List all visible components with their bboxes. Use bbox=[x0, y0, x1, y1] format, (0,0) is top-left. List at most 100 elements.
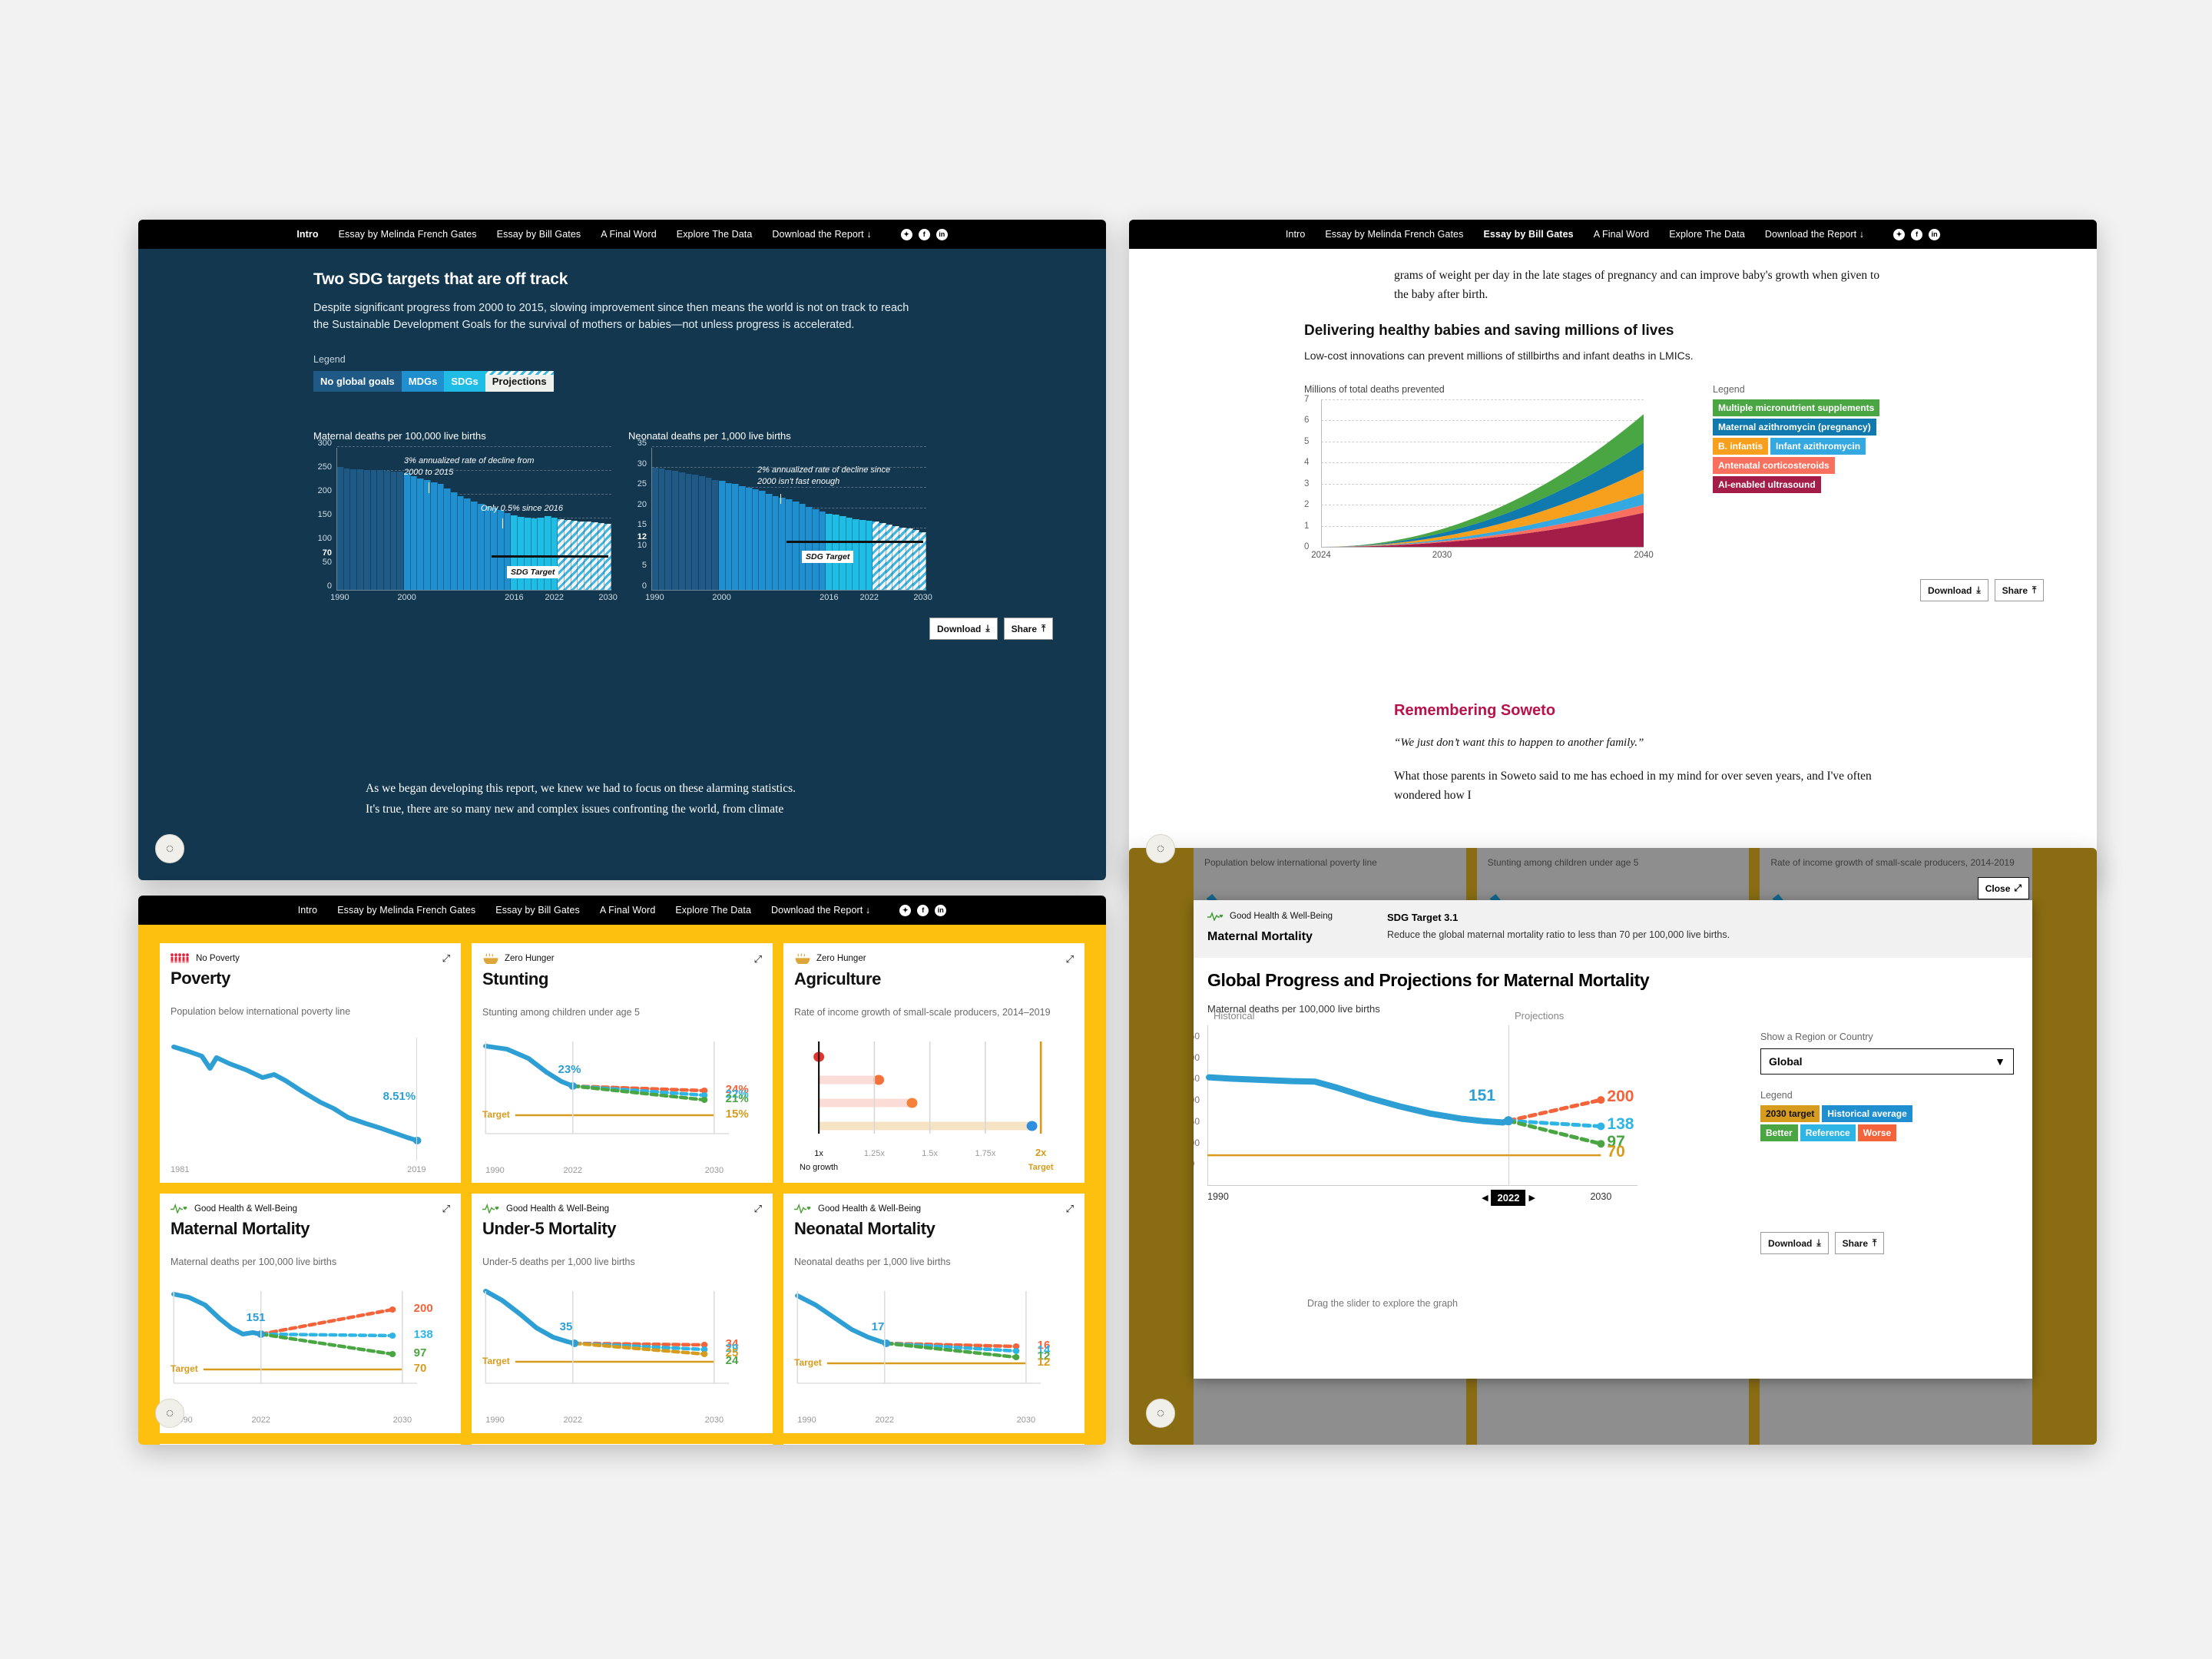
share-button[interactable]: Share ⤒ bbox=[1003, 618, 1054, 640]
twitter-icon[interactable]: ✦ bbox=[1893, 228, 1906, 240]
maternal-y-axis: 0 50 70 100 150 200 250 300 bbox=[313, 439, 333, 591]
legend-chip[interactable]: Antenatal corticosteroids bbox=[1713, 457, 1835, 474]
indicator-card[interactable]: Good Health & Well-Being ⤢ Under-5 Mortali… bbox=[472, 1194, 773, 1433]
area-chart-legend: Legend Multiple micronutrient supplement… bbox=[1713, 384, 1974, 493]
data-cards-grid: No Poverty ⤢ Poverty Population below inter… bbox=[160, 943, 1084, 1445]
legend-chip[interactable]: Historical average bbox=[1822, 1105, 1912, 1122]
indicator-card[interactable]: Good Health & Well-Being⤢Malaria bbox=[783, 1444, 1084, 1445]
facebook-icon[interactable]: f bbox=[1911, 228, 1923, 240]
chart-actions-2: Download ⤓ Share ⤒ bbox=[1920, 579, 2045, 601]
nav-explore-data[interactable]: Explore The Data bbox=[677, 229, 753, 240]
chart-bar bbox=[511, 515, 518, 590]
nav-intro[interactable]: Intro bbox=[296, 229, 318, 240]
value-label: 8.51% bbox=[382, 1090, 416, 1103]
nav2-essay-bill[interactable]: Essay by Bill Gates bbox=[1483, 229, 1573, 240]
twitter-icon[interactable]: ✦ bbox=[900, 228, 912, 240]
nav3-intro[interactable]: Intro bbox=[298, 905, 318, 916]
download-button[interactable]: Download ⤓ bbox=[1760, 1232, 1829, 1254]
bowl-icon bbox=[795, 953, 810, 964]
indicator-card[interactable]: Good Health & Well-Being ⤢ Neonatal Mortal… bbox=[783, 1194, 1084, 1433]
legend-chip[interactable]: Better bbox=[1760, 1124, 1798, 1141]
nav2-essay-melinda[interactable]: Essay by Melinda French Gates bbox=[1325, 229, 1463, 240]
indicator-card[interactable]: Good Health & Well-Being ⤢ Maternal Mortal… bbox=[160, 1194, 461, 1433]
nav3-essay-melinda[interactable]: Essay by Melinda French Gates bbox=[337, 905, 475, 916]
chart-bar bbox=[497, 510, 505, 590]
nav3-download-report[interactable]: Download the Report ↓ bbox=[771, 905, 870, 916]
expand-icon[interactable]: ⤢ bbox=[1066, 954, 1074, 964]
share-button[interactable]: Share ⤒ bbox=[1834, 1232, 1885, 1254]
slider-right-arrow[interactable]: ▶ bbox=[1528, 1193, 1535, 1203]
modal-overlay: Population below international poverty l… bbox=[1129, 848, 2097, 1445]
expand-icon[interactable]: ⤢ bbox=[442, 953, 450, 963]
legend-chip[interactable]: Infant azithromycin bbox=[1770, 438, 1866, 455]
card-goal-label: Good Health & Well-Being bbox=[506, 1204, 610, 1214]
current-value-label: 35 bbox=[559, 1320, 573, 1333]
top-navigation-bar-2: Intro Essay by Melinda French Gates Essa… bbox=[1129, 220, 2097, 249]
cookie-settings-icon[interactable]: ◌ bbox=[155, 834, 184, 863]
modal-target-desc: Reduce the global maternal mortality rat… bbox=[1387, 929, 1730, 940]
chart-bar bbox=[652, 467, 659, 590]
indicator-card[interactable]: Good Health & Well-Being⤢HIV bbox=[160, 1444, 461, 1445]
nav-final-word[interactable]: A Final Word bbox=[601, 229, 657, 240]
linkedin-icon[interactable]: in bbox=[935, 904, 947, 916]
legend-chip[interactable]: Multiple micronutrient supplements bbox=[1713, 399, 1880, 416]
download-button[interactable]: Download ⤓ bbox=[929, 618, 998, 640]
legend-chip[interactable]: 2030 target bbox=[1760, 1105, 1820, 1122]
year-slider[interactable]: ◀ 2022 ▶ bbox=[1482, 1190, 1535, 1206]
x-tick: 2022 bbox=[859, 593, 879, 602]
cookie-settings-icon[interactable]: ◌ bbox=[155, 1399, 184, 1428]
nav2-intro[interactable]: Intro bbox=[1286, 229, 1306, 240]
x-tick: 2x bbox=[1035, 1147, 1047, 1158]
nav3-explore-data[interactable]: Explore The Data bbox=[675, 905, 751, 916]
download-label: Download bbox=[1768, 1237, 1813, 1249]
card-description: Stunting among children under age 5 bbox=[482, 1007, 641, 1018]
annotation-leader-3 bbox=[780, 494, 781, 504]
indicator-card[interactable]: Good Health & Well-Being⤢Tuberculosis bbox=[472, 1444, 773, 1445]
indicator-card[interactable]: Zero Hunger ⤢ Agriculture Rate of income gr… bbox=[783, 943, 1084, 1183]
nav-essay-bill[interactable]: Essay by Bill Gates bbox=[497, 229, 581, 240]
indicator-card[interactable]: No Poverty ⤢ Poverty Population below inter… bbox=[160, 943, 461, 1183]
nav3-essay-bill[interactable]: Essay by Bill Gates bbox=[495, 905, 580, 916]
panel-intro: Intro Essay by Melinda French Gates Essa… bbox=[138, 220, 1106, 880]
close-button[interactable]: Close ⤢ bbox=[1977, 877, 2029, 899]
nav2-final-word[interactable]: A Final Word bbox=[1594, 229, 1650, 240]
linkedin-icon[interactable]: in bbox=[1929, 228, 1941, 240]
legend-chip[interactable]: AI-enabled ultrasound bbox=[1713, 476, 1821, 493]
expand-icon[interactable]: ⤢ bbox=[1066, 1204, 1074, 1214]
indicator-card[interactable]: Zero Hunger ⤢ Stunting Stunting among child… bbox=[472, 943, 773, 1183]
legend-chip[interactable]: B. infantis bbox=[1713, 438, 1769, 455]
download-button[interactable]: Download ⤓ bbox=[1920, 579, 1988, 601]
chart-bar bbox=[859, 519, 866, 590]
legend-chip[interactable]: Reference bbox=[1800, 1124, 1856, 1141]
cookie-settings-icon[interactable]: ◌ bbox=[1146, 1399, 1175, 1428]
linkedin-icon[interactable]: in bbox=[935, 228, 948, 240]
legend-chip[interactable]: Worse bbox=[1857, 1124, 1897, 1141]
legend-chip[interactable]: Maternal azithromycin (pregnancy) bbox=[1713, 419, 1876, 435]
cookie-settings-icon[interactable]: ◌ bbox=[1146, 834, 1175, 863]
annotation-3pct: 3% annualized rate of decline from 2000 … bbox=[404, 456, 535, 477]
nav3-final-word[interactable]: A Final Word bbox=[600, 905, 656, 916]
nav-essay-melinda[interactable]: Essay by Melinda French Gates bbox=[339, 229, 477, 240]
x-tick: 2024 bbox=[1311, 551, 1331, 560]
card-title: Maternal Mortality bbox=[171, 1219, 310, 1238]
target-label: Target bbox=[482, 1109, 510, 1120]
slider-left-arrow[interactable]: ◀ bbox=[1482, 1193, 1488, 1203]
legend-item-mdgs[interactable]: MDGs bbox=[401, 370, 445, 392]
facebook-icon[interactable]: f bbox=[918, 228, 930, 240]
screenshot-stage: Intro Essay by Melinda French Gates Essa… bbox=[0, 0, 2212, 1659]
nav-download-report[interactable]: Download the Report ↓ bbox=[772, 229, 871, 240]
nav2-download-report[interactable]: Download the Report ↓ bbox=[1765, 229, 1864, 240]
nav2-explore-data[interactable]: Explore The Data bbox=[1669, 229, 1745, 240]
legend-item-projections[interactable]: Projections bbox=[485, 370, 554, 392]
expand-icon[interactable]: ⤢ bbox=[754, 954, 762, 964]
expand-icon[interactable]: ⤢ bbox=[754, 1204, 762, 1214]
legend-item-sdgs[interactable]: SDGs bbox=[444, 370, 485, 392]
modal-legend-chips: 2030 target Historical average Better Refer… bbox=[1760, 1105, 2014, 1141]
facebook-icon[interactable]: f bbox=[917, 904, 929, 916]
share-button[interactable]: Share ⤒ bbox=[1994, 579, 2045, 601]
region-select[interactable]: Global ▼ bbox=[1760, 1048, 2014, 1075]
twitter-icon[interactable]: ✦ bbox=[899, 904, 912, 916]
expand-icon[interactable]: ⤢ bbox=[442, 1204, 450, 1214]
modal-heading: Global Progress and Projections for Mate… bbox=[1207, 970, 1650, 990]
legend-item-no-global-goals[interactable]: No global goals bbox=[313, 370, 402, 392]
